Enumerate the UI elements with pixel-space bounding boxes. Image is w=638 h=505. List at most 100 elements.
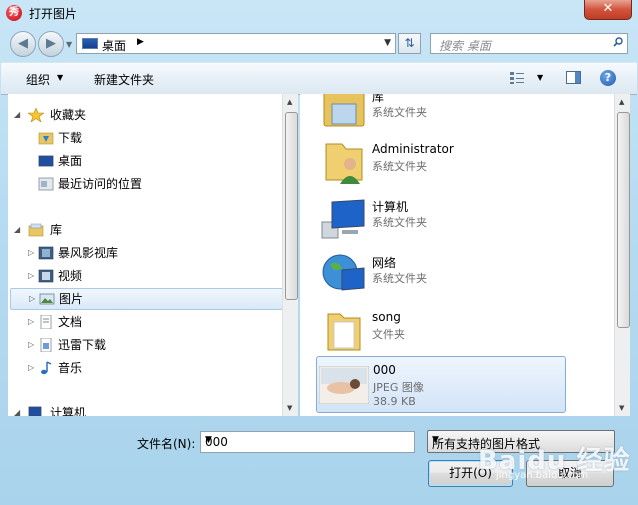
- address-text[interactable]: 桌面: [102, 37, 126, 54]
- image-thumbnail: [319, 366, 369, 404]
- back-button[interactable]: ◀: [10, 31, 36, 57]
- scroll-up-icon[interactable]: ▲: [287, 98, 292, 106]
- scroll-up-icon[interactable]: ▲: [619, 98, 624, 106]
- navigation-pane-scrollbar[interactable]: ▲ ▼: [282, 94, 298, 416]
- window-title: 打开图片: [29, 7, 78, 21]
- address-bar[interactable]: 桌面 ▶ ▼: [76, 33, 396, 54]
- network-icon: [322, 254, 365, 291]
- file-item-computer[interactable]: 计算机 系统文件夹: [316, 192, 564, 246]
- file-type: 文件夹: [372, 328, 405, 341]
- tree-label: 桌面: [58, 154, 83, 168]
- scroll-thumb[interactable]: [617, 112, 630, 328]
- file-name: Administrator: [372, 142, 454, 156]
- scroll-down-icon[interactable]: ▼: [619, 404, 624, 412]
- change-view-icon[interactable]: [509, 71, 525, 85]
- help-icon[interactable]: ?: [600, 70, 616, 86]
- tree-label: 下载: [58, 131, 83, 145]
- expand-arrow-icon[interactable]: ▷: [28, 312, 34, 332]
- file-type: 系统文件夹: [372, 106, 427, 119]
- filename-label: 文件名(N):: [137, 437, 196, 451]
- tree-item-downloads[interactable]: 下载: [36, 128, 286, 148]
- computer-icon: [28, 406, 42, 416]
- tree-label: 迅雷下载: [58, 338, 107, 352]
- file-item-network[interactable]: 网络 系统文件夹: [316, 248, 564, 302]
- user-folder-icon: [325, 143, 363, 184]
- tree-label: 计算机: [50, 406, 87, 416]
- tree-item-recent-places[interactable]: 最近访问的位置: [36, 174, 286, 194]
- search-placeholder: 搜索 桌面: [439, 39, 491, 53]
- file-list-scrollbar[interactable]: ▲ ▼: [614, 94, 630, 416]
- baidu-watermark-url: jingyan.baidu.com: [496, 470, 589, 481]
- file-type: 系统文件夹: [372, 272, 427, 285]
- navigation-bar: ◀ ▶ ▼ 桌面 ▶ ▼ ⇅ 搜索 桌面: [0, 28, 638, 60]
- organize-button[interactable]: 组织: [26, 71, 50, 88]
- organize-dropdown-icon[interactable]: ▼: [57, 73, 63, 82]
- file-item-000[interactable]: 000 JPEG 图像 38.9 KB: [316, 356, 566, 413]
- filename-input[interactable]: 000 ▼: [200, 431, 415, 453]
- command-toolbar: 组织 ▼ 新建文件夹 ▼ ?: [1, 62, 637, 95]
- recent-places-icon: [38, 177, 54, 191]
- tree-libraries[interactable]: ◢ 库: [14, 220, 284, 240]
- file-type: 系统文件夹: [372, 160, 427, 173]
- address-dropdown-icon[interactable]: ▼: [384, 38, 391, 48]
- library-icon: [28, 223, 44, 237]
- preview-pane-icon[interactable]: [566, 71, 581, 84]
- expand-arrow-icon[interactable]: ▷: [28, 266, 34, 286]
- view-dropdown-icon[interactable]: ▼: [537, 73, 543, 82]
- expand-arrow-icon[interactable]: ▷: [28, 335, 34, 355]
- video-library-icon: [38, 246, 54, 260]
- tree-item-storm-video-library[interactable]: ▷ 暴风影视库: [28, 243, 286, 263]
- tree-label: 暴风影视库: [58, 246, 119, 260]
- tree-favorites[interactable]: ◢ 收藏夹: [14, 105, 284, 125]
- navigation-pane: ◢ 收藏夹 下载 桌面 最近访问的位置 ◢ 库 ▷ 暴风影视库 ▷ 视频 ▷ 图…: [8, 94, 298, 416]
- tree-label: 图片: [59, 292, 84, 306]
- search-icon[interactable]: [613, 37, 623, 47]
- close-button[interactable]: ✕: [584, 0, 632, 20]
- breadcrumb-arrow-icon[interactable]: ▶: [137, 37, 144, 47]
- tree-item-documents[interactable]: ▷ 文档: [28, 312, 286, 332]
- tree-item-desktop[interactable]: 桌面: [36, 151, 286, 171]
- tree-label: 视频: [58, 269, 83, 283]
- tree-item-xunlei-downloads[interactable]: ▷ 迅雷下载: [28, 335, 286, 355]
- pictures-icon: [39, 293, 55, 305]
- scroll-thumb[interactable]: [285, 112, 298, 300]
- scroll-down-icon[interactable]: ▼: [287, 404, 292, 412]
- downloads-folder-icon: [38, 132, 54, 145]
- collapse-arrow-icon[interactable]: ◢: [14, 220, 20, 240]
- tree-label: 最近访问的位置: [58, 177, 143, 191]
- file-name: 网络: [372, 256, 397, 270]
- open-image-dialog: 秀 打开图片 ✕ ◀ ▶ ▼ 桌面 ▶ ▼ ⇅ 搜索 桌面 组织 ▼ 新建文件夹: [0, 0, 638, 505]
- folder-icon: [327, 313, 361, 351]
- expand-arrow-icon[interactable]: ▷: [29, 289, 35, 309]
- file-item-library[interactable]: 库 系统文件夹: [316, 94, 564, 136]
- collapse-arrow-icon[interactable]: ◢: [14, 403, 20, 416]
- video-icon: [38, 269, 54, 283]
- tree-item-videos[interactable]: ▷ 视频: [28, 266, 286, 286]
- tree-label: 收藏夹: [50, 108, 87, 122]
- tree-item-pictures[interactable]: ▷ 图片: [10, 288, 283, 310]
- refresh-button[interactable]: ⇅: [398, 33, 421, 54]
- recent-pages-dropdown-icon[interactable]: ▼: [66, 40, 72, 49]
- tree-item-music[interactable]: ▷ 音乐: [28, 358, 286, 378]
- title-bar: 秀 打开图片 ✕: [0, 0, 638, 26]
- file-item-administrator[interactable]: Administrator 系统文件夹: [316, 136, 564, 190]
- library-icon: [323, 94, 365, 127]
- file-name: song: [372, 310, 401, 324]
- expand-arrow-icon[interactable]: ▷: [28, 243, 34, 263]
- new-folder-button[interactable]: 新建文件夹: [94, 71, 154, 88]
- file-type: JPEG 图像: [373, 381, 424, 394]
- filename-dropdown-icon[interactable]: ▼: [205, 435, 410, 445]
- expand-arrow-icon[interactable]: ▷: [28, 358, 34, 378]
- collapse-arrow-icon[interactable]: ◢: [14, 105, 20, 125]
- forward-button[interactable]: ▶: [38, 31, 64, 57]
- download-library-icon: [40, 338, 52, 352]
- file-name: 000: [373, 363, 396, 377]
- computer-icon: [321, 199, 365, 239]
- tree-label: 库: [50, 223, 63, 237]
- tree-label: 音乐: [58, 361, 83, 375]
- search-input[interactable]: 搜索 桌面: [430, 33, 628, 54]
- tree-label: 文档: [58, 315, 83, 329]
- documents-icon: [40, 315, 52, 329]
- file-item-song[interactable]: song 文件夹: [316, 304, 564, 358]
- tree-computer[interactable]: ◢ 计算机: [14, 403, 284, 416]
